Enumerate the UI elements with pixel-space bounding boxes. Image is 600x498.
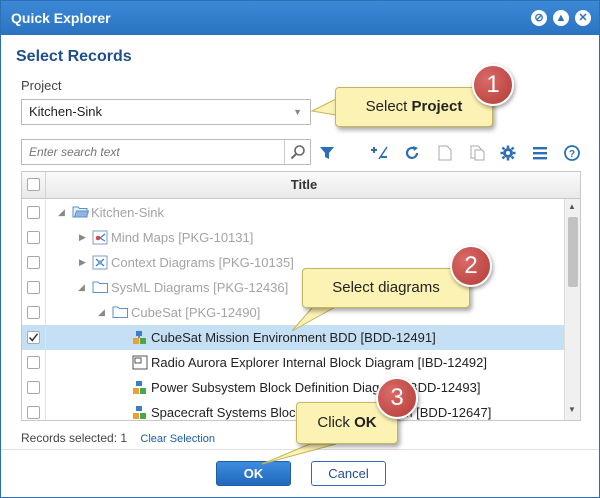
records-selected-count: 1 (120, 431, 128, 445)
chevron-down-icon[interactable]: ▼ (293, 100, 302, 124)
expand-collapse-icon[interactable] (370, 144, 388, 162)
row-checkbox[interactable] (27, 356, 40, 369)
vertical-scrollbar[interactable]: ▲ ▼ (564, 199, 580, 420)
tree-row-cubesat[interactable]: ◢ CubeSat [PKG-12490] (22, 300, 564, 325)
cancel-button[interactable]: Cancel (311, 461, 386, 486)
tree-label: CubeSat Mission Environment BDD [BDD-124… (151, 330, 436, 345)
collapsed-arrow-icon[interactable]: ▶ (79, 250, 86, 275)
tree-label: Context Diagrams [PKG-10135] (111, 255, 294, 270)
row-checkbox[interactable] (27, 256, 40, 269)
window-title: Quick Explorer (11, 10, 111, 26)
mind-map-package-icon (92, 230, 108, 245)
step-badge-1: 1 (472, 64, 514, 106)
restore-icon[interactable]: ⊘ (531, 10, 547, 26)
collapse-icon[interactable]: ▲ (553, 10, 569, 26)
ibd-diagram-icon (132, 355, 148, 370)
page-title: Select Records (16, 48, 132, 65)
collapsed-arrow-icon[interactable]: ▶ (79, 225, 86, 250)
copy-document-icon[interactable] (468, 144, 486, 162)
search-box (21, 139, 311, 165)
tree-label: Mind Maps [PKG-10131] (111, 230, 254, 245)
filter-icon[interactable] (318, 144, 336, 162)
callout-1-bold: Project (411, 98, 463, 115)
row-checkbox[interactable] (27, 406, 40, 419)
svg-text:?: ? (569, 149, 575, 160)
refresh-icon[interactable] (403, 144, 421, 162)
bdd-diagram-icon (132, 330, 148, 345)
row-checkbox[interactable] (27, 306, 40, 319)
grid-header: Title (22, 172, 580, 199)
expanded-arrow-icon[interactable]: ◢ (58, 200, 65, 225)
menu-icon[interactable] (531, 144, 549, 162)
bdd-diagram-icon (132, 405, 148, 420)
scroll-up-icon[interactable]: ▲ (568, 202, 576, 211)
help-icon[interactable]: ? (563, 144, 581, 162)
callout-select-diagrams: Select diagrams (302, 268, 470, 308)
project-select[interactable]: Kitchen-Sink ▼ (21, 99, 311, 125)
ok-button[interactable]: OK (216, 461, 291, 486)
row-checkbox[interactable] (27, 206, 40, 219)
folder-icon (112, 305, 128, 320)
row-checkbox[interactable] (27, 381, 40, 394)
column-header-title[interactable]: Title (46, 172, 562, 198)
select-all-cell (22, 172, 46, 198)
search-input[interactable] (22, 140, 284, 164)
project-select-value: Kitchen-Sink (29, 104, 102, 119)
tree-label: Radio Aurora Explorer Internal Block Dia… (151, 355, 487, 370)
scroll-down-icon[interactable]: ▼ (568, 405, 576, 414)
tree-label: CubeSat [PKG-12490] (131, 305, 261, 320)
tree-label: Power Subsystem Block Definition Diagram… (151, 380, 481, 395)
records-status: Records selected: 1 Clear Selection (21, 431, 215, 445)
search-icon[interactable] (284, 140, 310, 164)
expanded-arrow-icon[interactable]: ◢ (98, 300, 105, 325)
bdd-diagram-icon (132, 380, 148, 395)
records-grid: Title ◢ Kitchen-Sink ▶ Mind Maps [PKG-10… (21, 171, 581, 421)
context-diagram-package-icon (92, 255, 108, 270)
tree-row-kitchen-sink[interactable]: ◢ Kitchen-Sink (22, 200, 564, 225)
expanded-arrow-icon[interactable]: ◢ (78, 275, 85, 300)
callout-select-project: Select Project (335, 87, 493, 127)
select-all-checkbox[interactable] (27, 178, 40, 191)
tree-label: Kitchen-Sink (91, 205, 164, 220)
project-label: Project (21, 78, 62, 93)
row-checkbox-checked[interactable] (27, 331, 40, 344)
callout-1-text: Select (365, 98, 412, 115)
tree-row-cubesat-mission-environment-bdd[interactable]: CubeSat Mission Environment BDD [BDD-124… (22, 325, 564, 350)
row-checkbox[interactable] (27, 231, 40, 244)
clear-selection-link[interactable]: Clear Selection (140, 433, 215, 445)
tree-row-radio-aurora-ibd[interactable]: Radio Aurora Explorer Internal Block Dia… (22, 350, 564, 375)
callout-3-bold: OK (354, 414, 377, 431)
records-selected-label: Records selected: (21, 431, 118, 445)
folder-open-icon (72, 205, 90, 220)
tree-row-spacecraft-systems-bdd[interactable]: Spacecraft Systems Block Definition Diag… (22, 400, 564, 420)
title-bar: Quick Explorer ⊘ ▲ ✕ (1, 1, 599, 35)
step-badge-3: 3 (376, 377, 418, 419)
folder-icon (92, 280, 108, 295)
gear-icon[interactable] (499, 144, 517, 162)
step-badge-2: 2 (450, 245, 492, 287)
tree-label: SysML Diagrams [PKG-12436] (111, 280, 289, 295)
row-checkbox[interactable] (27, 281, 40, 294)
callout-3-text: Click (317, 414, 355, 431)
tree-row-power-subsystem-bdd[interactable]: Power Subsystem Block Definition Diagram… (22, 375, 564, 400)
close-icon[interactable]: ✕ (575, 10, 591, 26)
callout-2-text: Select diagrams (332, 279, 440, 296)
footer-divider (1, 449, 599, 450)
scrollbar-thumb[interactable] (568, 217, 578, 287)
tree-row-mind-maps[interactable]: ▶ Mind Maps [PKG-10131] (22, 225, 564, 250)
new-document-icon[interactable] (436, 144, 454, 162)
